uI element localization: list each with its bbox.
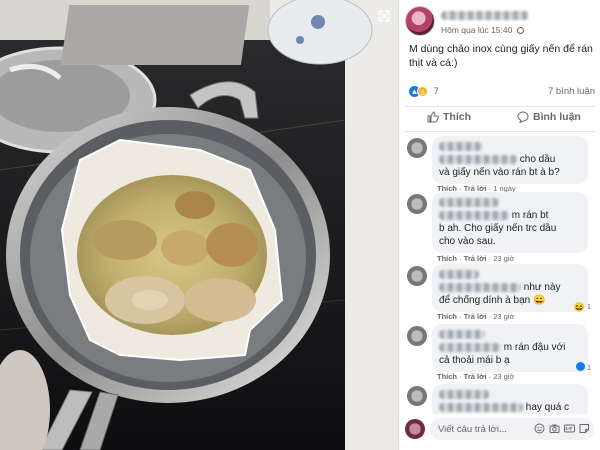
- comment-reaction-count: 1: [586, 363, 591, 372]
- comment-bubble: cho dầu và giấy nến vào rán bt à b?: [432, 136, 588, 184]
- comment-list: cho dầu và giấy nến vào rán bt à b? Thíc…: [399, 134, 600, 414]
- comment-text: m rán đậu với: [503, 342, 566, 353]
- commenter-name-redacted[interactable]: [439, 269, 479, 279]
- comment-text: cả thoải mái b ạ: [439, 355, 510, 366]
- post-actions: Thích Bình luận: [405, 106, 595, 132]
- commenter-avatar[interactable]: [407, 326, 427, 346]
- comment-reply-link[interactable]: Trả lời: [464, 254, 487, 263]
- comment-button[interactable]: Bình luận: [517, 111, 581, 129]
- comment-bubble: hay quá c: [432, 384, 588, 414]
- comment-text: như này: [523, 282, 561, 293]
- post-photo[interactable]: [0, 0, 398, 450]
- post-header: Hôm qua lúc 15:40: [405, 6, 595, 38]
- like-reaction-icon: [575, 362, 585, 371]
- comment-meta: Thích · Trả lời · 23 giờ: [437, 312, 515, 321]
- post-time-text: Hôm qua lúc 15:40: [441, 25, 513, 35]
- laugh-reaction-icon: 😆: [573, 302, 585, 312]
- commenter-avatar[interactable]: [407, 194, 427, 214]
- comment-like-link[interactable]: Thích: [437, 372, 457, 381]
- author-name-redacted[interactable]: [441, 7, 541, 21]
- post-panel: Hôm qua lúc 15:40 M dùng chảo inox cùng …: [398, 0, 600, 450]
- reaction-summary[interactable]: ▲ o 7 7 bình luận: [409, 86, 595, 100]
- photo-viewer: [0, 0, 398, 450]
- post-caption: M dùng chảo inox cùng giấy nến để rán th…: [409, 43, 593, 69]
- commenter-name-redacted[interactable]: [439, 389, 489, 399]
- redacted-text: [439, 282, 521, 292]
- redacted-text: [439, 402, 523, 412]
- comment-reaction[interactable]: 😆 1: [574, 302, 591, 312]
- commenter-avatar[interactable]: [407, 386, 427, 406]
- comment-meta: Thích · Trả lời · 23 giờ: [437, 372, 515, 381]
- like-button-label: Thích: [443, 111, 471, 123]
- reply-composer: [405, 416, 595, 442]
- author-avatar[interactable]: [405, 6, 435, 36]
- commenter-avatar[interactable]: [407, 266, 427, 286]
- redacted-text: [439, 342, 501, 352]
- commenter-name-redacted[interactable]: [439, 329, 485, 339]
- fullscreen-icon[interactable]: [376, 8, 392, 24]
- emoji-icon[interactable]: [534, 423, 545, 434]
- comment-text: cho vào sau.: [439, 236, 496, 247]
- like-button[interactable]: Thích: [427, 111, 471, 129]
- wow-reaction-icon: o: [417, 86, 428, 97]
- globe-icon: [516, 27, 524, 34]
- sticker-icon[interactable]: [579, 423, 590, 434]
- thumbs-up-icon: [427, 111, 439, 123]
- comment-reply-link[interactable]: Trả lời: [464, 312, 487, 321]
- comment-age: 23 giờ: [493, 372, 515, 381]
- comment-text: hay quá c: [525, 402, 570, 413]
- comment-text: b ah. Cho giấy nến trc dầu: [439, 223, 557, 234]
- comment-text: m rán bt: [511, 210, 549, 221]
- comment-text: cho dầu: [519, 154, 556, 165]
- comment-bubble: m rán bt b ah. Cho giấy nến trc dầu cho …: [432, 192, 588, 253]
- comment-text: để chống dính à bạn 😄: [439, 295, 546, 306]
- comment-age: 23 giờ: [493, 312, 515, 321]
- commenter-name-redacted[interactable]: [439, 141, 483, 151]
- reply-input[interactable]: [438, 418, 526, 440]
- redacted-text: [439, 154, 517, 164]
- comment-count-link[interactable]: 7 bình luận: [548, 86, 595, 97]
- redacted-text: [439, 210, 509, 220]
- comment-like-link[interactable]: Thích: [437, 254, 457, 263]
- speech-bubble-icon: [517, 111, 529, 124]
- comment-button-label: Bình luận: [533, 111, 581, 123]
- comment-text: và giấy nến vào rán bt à b?: [439, 167, 560, 178]
- gif-icon[interactable]: [564, 423, 575, 434]
- comment-reaction[interactable]: 1: [575, 362, 591, 372]
- reply-box[interactable]: [430, 418, 594, 440]
- post-timestamp[interactable]: Hôm qua lúc 15:40: [441, 25, 524, 35]
- reaction-count: 7: [433, 86, 439, 97]
- comment-reply-link[interactable]: Trả lời: [464, 372, 487, 381]
- comment-bubble: m rán đậu với cả thoải mái b ạ: [432, 324, 588, 372]
- comment-age: 23 giờ: [493, 254, 515, 263]
- camera-icon[interactable]: [549, 423, 560, 434]
- comment-reaction-count: 1: [586, 302, 591, 311]
- comment-bubble: như này để chống dính à bạn 😄: [432, 264, 588, 312]
- comment-meta: Thích · Trả lời · 23 giờ: [437, 254, 515, 263]
- current-user-avatar: [405, 419, 425, 439]
- commenter-avatar[interactable]: [407, 138, 427, 158]
- comment-like-link[interactable]: Thích: [437, 312, 457, 321]
- commenter-name-redacted[interactable]: [439, 197, 499, 207]
